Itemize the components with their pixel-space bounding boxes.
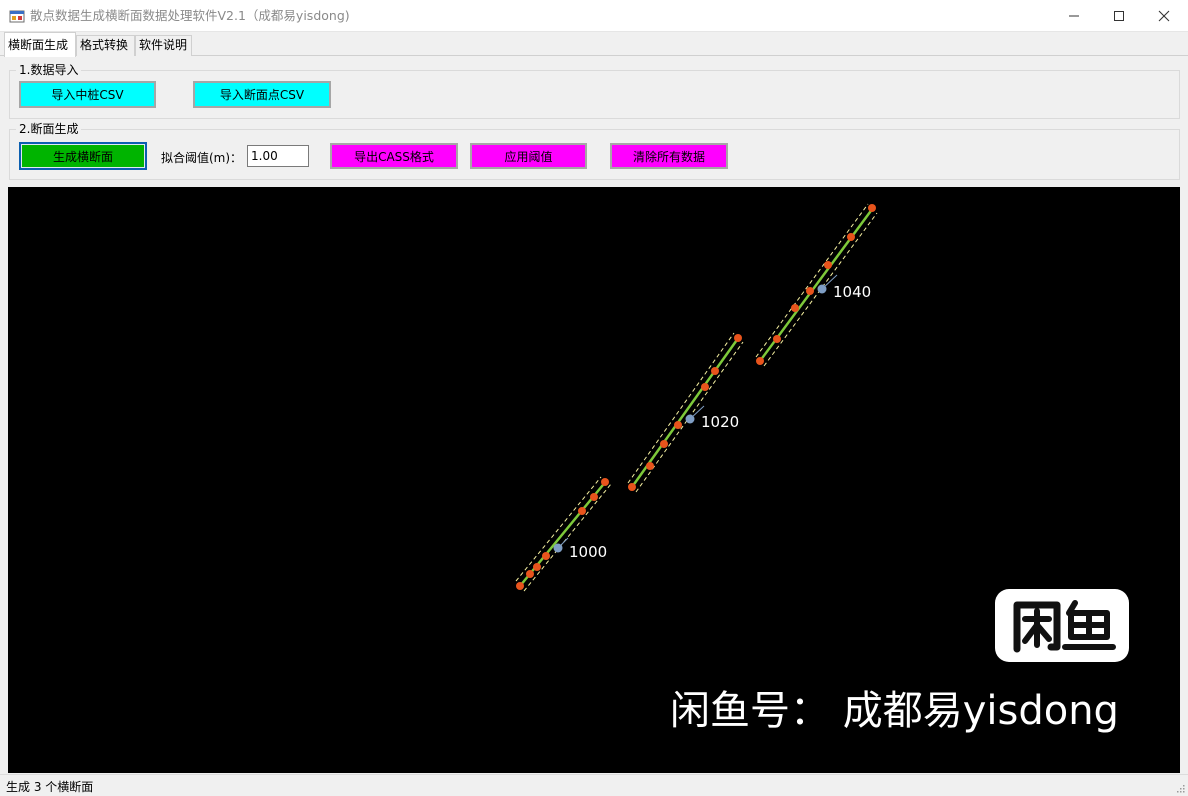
status-bar: 生成 3 个横断面 [0,774,1188,796]
maximize-button[interactable] [1096,0,1142,32]
export-cass-button[interactable]: 导出CASS格式 [330,143,458,169]
section-generation-group-label: 2.断面生成 [16,121,82,137]
section-1040: 1040 [755,203,878,367]
section-point [847,233,855,241]
section-point [824,261,832,269]
section-point [806,287,814,295]
apply-threshold-button[interactable]: 应用阈值 [470,143,587,169]
tab-section-generation[interactable]: 横断面生成 [4,32,76,57]
import-section-points-csv-button[interactable]: 导入断面点CSV [193,81,331,108]
clear-all-data-button[interactable]: 清除所有数据 [610,143,728,169]
section-point [628,483,636,491]
section-point [542,552,550,560]
section-point [601,478,609,486]
xianyu-logo-icon [1013,600,1116,653]
section-point [590,493,598,501]
data-import-group: 1.数据导入 [9,62,1180,119]
section-point [773,335,781,343]
section-point [646,462,654,470]
app-icon [9,10,25,23]
resize-grip-icon[interactable] [1175,783,1185,793]
section-1020-fit-upper [627,332,735,484]
close-button[interactable] [1141,0,1187,32]
import-centerline-csv-button[interactable]: 导入中桩CSV [19,81,156,108]
tab-bar: 横断面生成 格式转换 软件说明 [0,32,1188,57]
threshold-label: 拟合阈值(m)： [161,151,243,165]
generate-sections-button[interactable]: 生成横断面 [19,142,147,170]
section-1020-center-point [685,414,695,424]
section-point [756,357,764,365]
section-point [868,204,876,212]
section-point [701,383,709,391]
threshold-input[interactable] [247,145,309,167]
watermark-text: 闲鱼号： 成都易yisdong [670,688,1119,734]
section-1040-fit-upper [755,203,869,358]
section-point [533,563,541,571]
status-text: 生成 3 个横断面 [6,780,94,794]
xianyu-logo [995,589,1129,662]
section-1000: 1000 [515,476,612,592]
section-1020-label: 1020 [701,413,739,431]
data-import-group-label: 1.数据导入 [16,62,82,78]
minimize-icon [1069,15,1079,17]
title-bar: 散点数据生成横断面数据处理软件V2.1（成都易yisdong) [0,0,1188,32]
section-1000-center-point [553,543,563,553]
section-1000-label: 1000 [569,543,607,561]
section-point [734,334,742,342]
section-1040-center-point [817,284,827,294]
section-point [711,367,719,375]
section-point [516,582,524,590]
section-point [674,421,682,429]
section-point [660,440,668,448]
window-title: 散点数据生成横断面数据处理软件V2.1（成都易yisdong) [30,8,350,23]
section-1000-fit-upper [515,476,602,582]
tab-format-conversion[interactable]: 格式转换 [76,35,135,56]
maximize-icon [1114,11,1124,21]
close-icon [1158,10,1170,22]
section-point [791,304,799,312]
tab-software-help[interactable]: 软件说明 [135,35,192,56]
section-point [526,570,534,578]
section-point [578,507,586,515]
section-1040-label: 1040 [833,283,871,301]
minimize-button[interactable] [1051,0,1097,32]
section-1020: 1020 [627,332,744,493]
section-1000-fit-lower [523,483,612,592]
